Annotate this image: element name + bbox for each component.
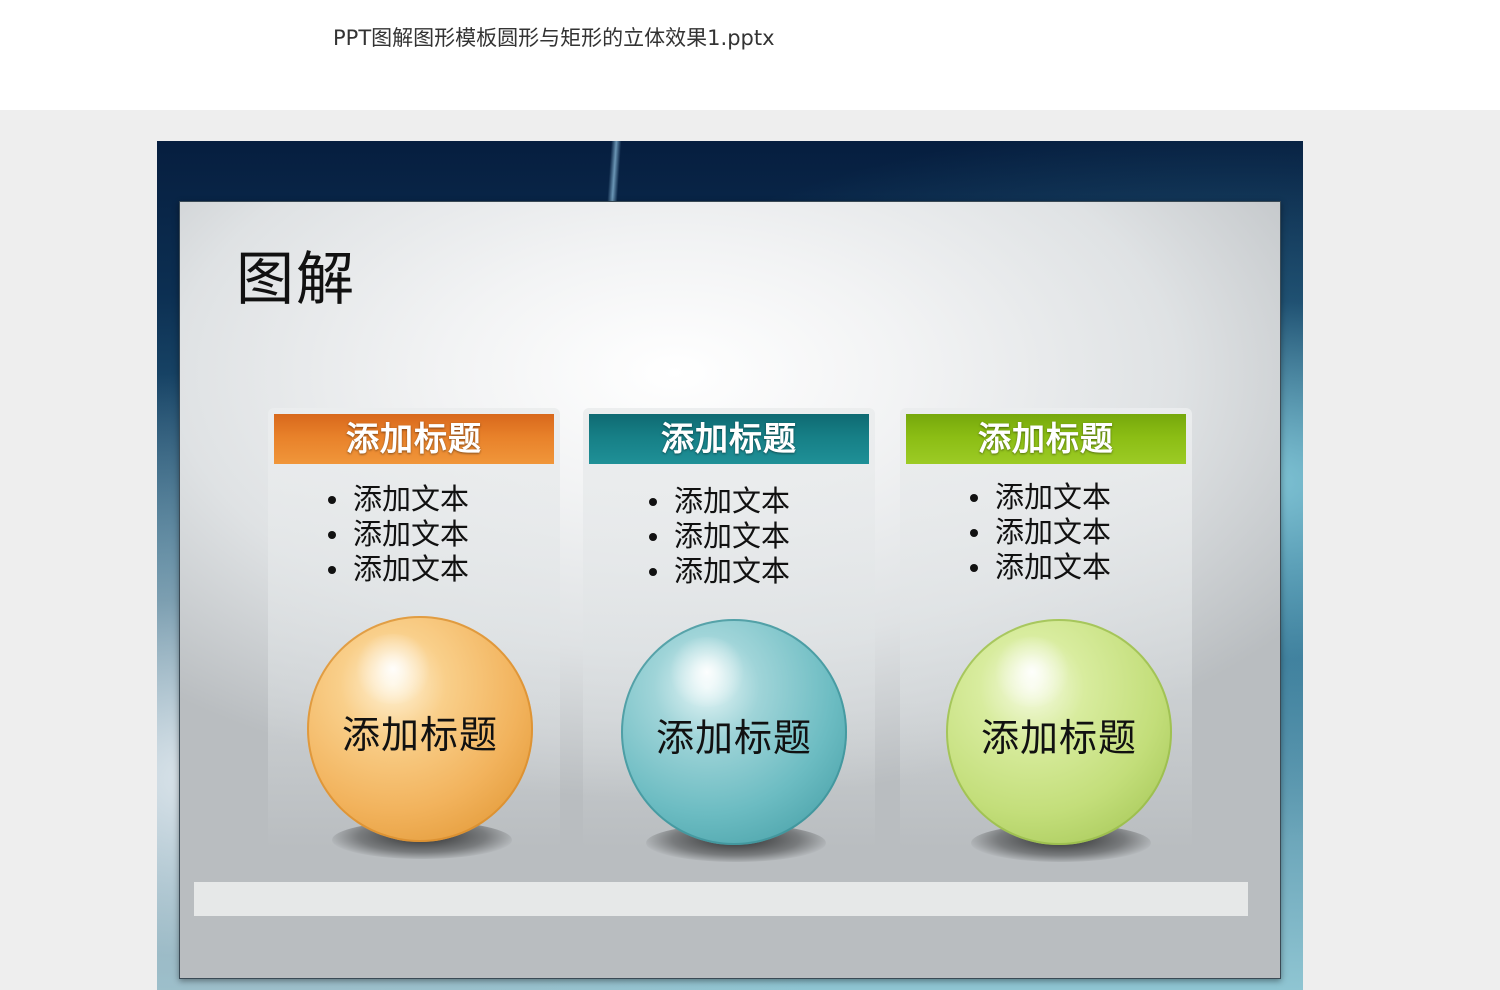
slide-panel: 图解 添加标题 添加文本 添加文本 添加文本 添加标题 添加文本 添加文本 添加… <box>179 201 1281 979</box>
slide-title: 图解 <box>236 245 357 313</box>
sphere-label: 添加标题 <box>341 712 498 757</box>
sphere: 添加标题 <box>307 616 533 842</box>
sphere: 添加标题 <box>946 619 1172 845</box>
bullet-item: 添加文本 <box>970 480 1111 515</box>
bullet-item: 添加文本 <box>649 519 790 554</box>
sphere-green: 添加标题 <box>946 619 1176 879</box>
card-header: 添加标题 <box>274 414 554 464</box>
sphere: 添加标题 <box>621 619 847 845</box>
bullet-item: 添加文本 <box>649 554 790 589</box>
sphere-teal: 添加标题 <box>621 619 851 879</box>
sphere-label: 添加标题 <box>980 715 1137 760</box>
card-header: 添加标题 <box>906 414 1186 464</box>
bullet-item: 添加文本 <box>328 552 469 587</box>
bullet-item: 添加文本 <box>328 517 469 552</box>
sphere-label: 添加标题 <box>655 715 812 760</box>
bullet-item: 添加文本 <box>970 515 1111 550</box>
bullet-item: 添加文本 <box>970 550 1111 585</box>
card-header: 添加标题 <box>589 414 869 464</box>
footer-bar <box>194 882 1248 916</box>
document-header: PPT图解图形模板圆形与矩形的立体效果1.pptx <box>0 0 1500 110</box>
file-title: PPT图解图形模板圆形与矩形的立体效果1.pptx <box>333 26 775 50</box>
bullet-list: 添加文本 添加文本 添加文本 <box>649 484 790 589</box>
bullet-list: 添加文本 添加文本 添加文本 <box>328 482 469 587</box>
sphere-orange: 添加标题 <box>307 616 537 876</box>
bullet-list: 添加文本 添加文本 添加文本 <box>970 480 1111 585</box>
slide-preview: 图解 添加标题 添加文本 添加文本 添加文本 添加标题 添加文本 添加文本 添加… <box>157 141 1303 990</box>
bullet-item: 添加文本 <box>649 484 790 519</box>
bullet-item: 添加文本 <box>328 482 469 517</box>
